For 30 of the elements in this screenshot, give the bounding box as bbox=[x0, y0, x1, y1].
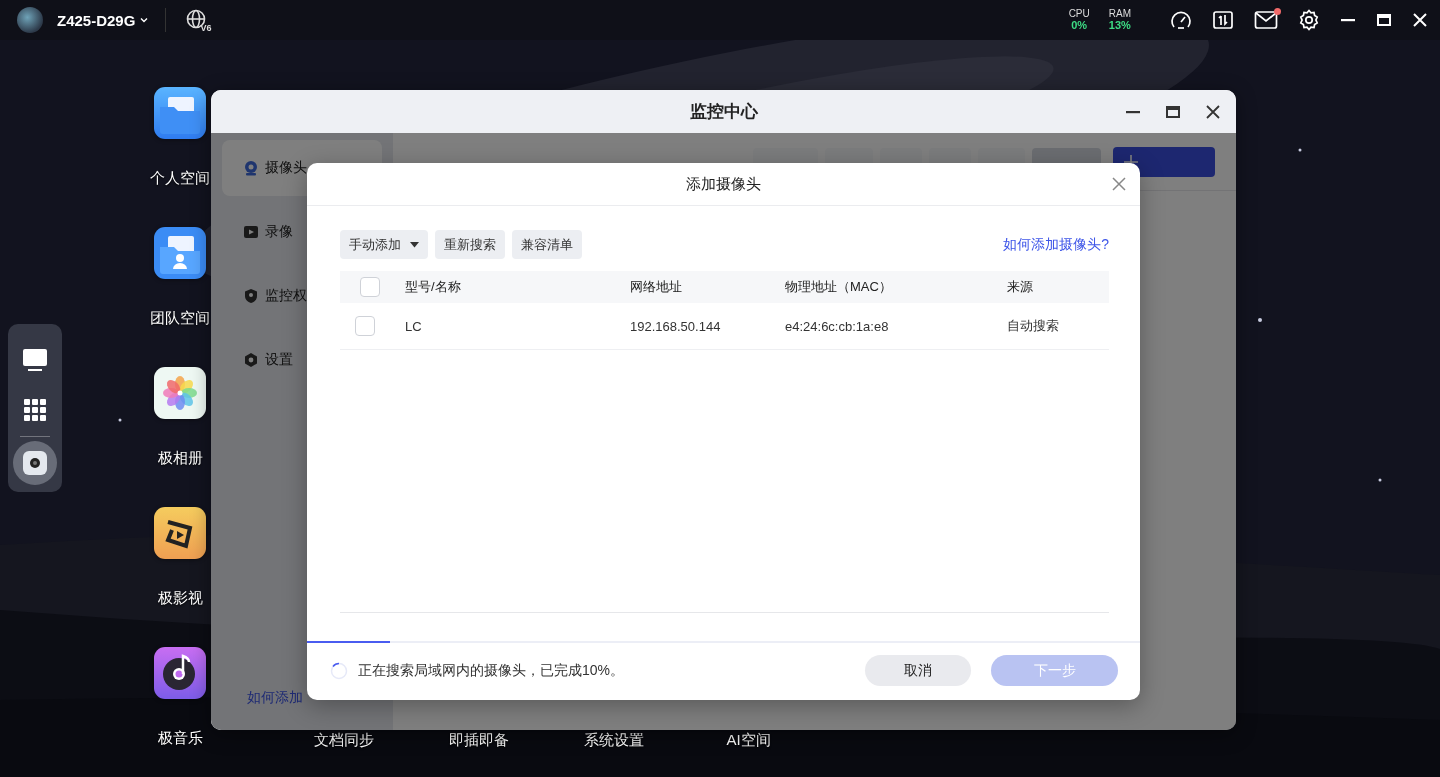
app-label[interactable]: 即插即备 bbox=[448, 731, 509, 750]
app-label[interactable]: 极音乐 bbox=[157, 729, 203, 748]
window-title: 监控中心 bbox=[689, 101, 758, 123]
table-cell-text: 192.168.50.144 bbox=[629, 318, 722, 334]
column-header: 来源 bbox=[1006, 278, 1034, 296]
app-label[interactable]: 团队空间 bbox=[150, 309, 210, 328]
stat-label: CPU bbox=[1068, 7, 1090, 20]
cancel-button[interactable]: 取消 bbox=[865, 655, 971, 686]
stat-label: RAM bbox=[1108, 7, 1131, 20]
app-label[interactable]: 极影视 bbox=[157, 589, 203, 608]
dropdown-button[interactable]: 手动添加 bbox=[340, 230, 428, 259]
column-header: 型号/名称 bbox=[404, 278, 462, 296]
toolbar-button[interactable]: 重新搜索 bbox=[435, 230, 505, 259]
app-label[interactable]: 系统设置 bbox=[583, 731, 644, 750]
app-label[interactable]: 文档同步 bbox=[313, 731, 374, 750]
help-link[interactable]: 如何添加摄像头? bbox=[1003, 235, 1109, 254]
stat-value: 13% bbox=[1108, 19, 1131, 33]
toolbar-button[interactable]: 兼容清单 bbox=[512, 230, 582, 259]
app-label[interactable]: AI空间 bbox=[726, 731, 771, 750]
device-menu[interactable]: Z425-D29G bbox=[57, 11, 150, 29]
app-label[interactable]: 个人空间 bbox=[150, 169, 210, 188]
table-cell-text: LC bbox=[404, 318, 423, 334]
column-header: 物理地址（MAC） bbox=[784, 278, 893, 296]
app-label[interactable]: 极相册 bbox=[157, 449, 203, 468]
table-cell-text: 自动搜索 bbox=[1006, 317, 1060, 335]
column-header: 网络地址 bbox=[629, 278, 683, 296]
status-message: 正在搜索局域网内的摄像头，已完成10%。 bbox=[358, 661, 625, 680]
table-cell-text: e4:24:6c:cb:1a:e8 bbox=[784, 318, 890, 334]
stat-value: 0% bbox=[1071, 19, 1088, 33]
dialog-title: 添加摄像头 bbox=[686, 174, 761, 194]
